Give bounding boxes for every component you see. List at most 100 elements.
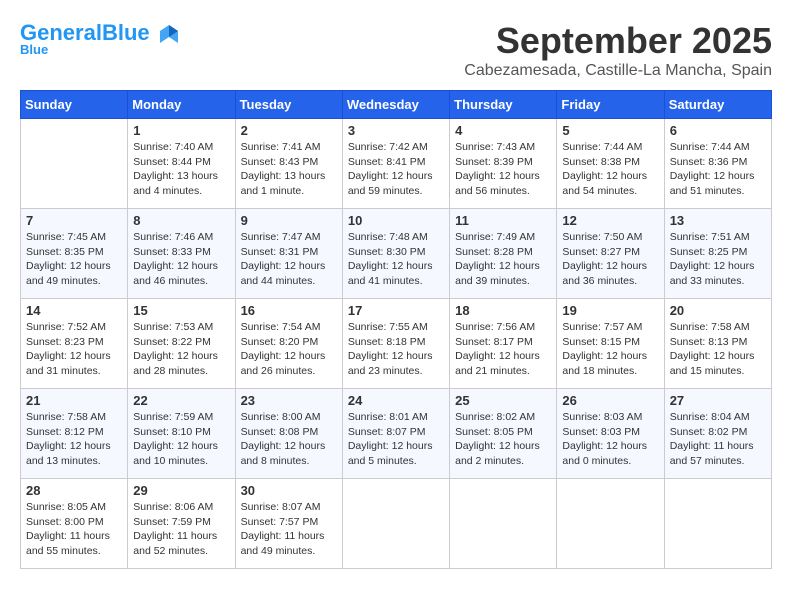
day-number: 11: [455, 213, 551, 228]
day-info: Daylight: 12 hours: [241, 439, 337, 454]
day-info: and 23 minutes.: [348, 364, 444, 379]
day-info: Sunset: 8:10 PM: [133, 425, 229, 440]
day-info: Sunrise: 7:52 AM: [26, 320, 122, 335]
day-info: and 57 minutes.: [670, 454, 766, 469]
day-info: Sunrise: 7:56 AM: [455, 320, 551, 335]
calendar-cell: 25Sunrise: 8:02 AMSunset: 8:05 PMDayligh…: [450, 389, 557, 479]
day-info: Daylight: 12 hours: [670, 169, 766, 184]
day-number: 24: [348, 393, 444, 408]
calendar-cell: [450, 479, 557, 569]
day-info: Daylight: 13 hours: [133, 169, 229, 184]
day-info: Sunrise: 8:02 AM: [455, 410, 551, 425]
day-info: and 44 minutes.: [241, 274, 337, 289]
day-info: and 59 minutes.: [348, 184, 444, 199]
day-info: and 55 minutes.: [26, 544, 122, 559]
day-info: and 8 minutes.: [241, 454, 337, 469]
day-info: Daylight: 12 hours: [348, 169, 444, 184]
logo-blue: Blue: [102, 20, 150, 45]
day-number: 22: [133, 393, 229, 408]
day-number: 16: [241, 303, 337, 318]
weekday-header-saturday: Saturday: [664, 91, 771, 119]
day-info: Sunset: 8:25 PM: [670, 245, 766, 260]
day-info: Sunset: 8:03 PM: [562, 425, 658, 440]
day-number: 29: [133, 483, 229, 498]
day-info: Sunrise: 7:45 AM: [26, 230, 122, 245]
calendar-table: SundayMondayTuesdayWednesdayThursdayFrid…: [20, 90, 772, 569]
day-number: 2: [241, 123, 337, 138]
calendar-cell: 30Sunrise: 8:07 AMSunset: 7:57 PMDayligh…: [235, 479, 342, 569]
calendar-cell: 9Sunrise: 7:47 AMSunset: 8:31 PMDaylight…: [235, 209, 342, 299]
day-info: Sunset: 8:18 PM: [348, 335, 444, 350]
title-block: September 2025 Cabezamesada, Castille-La…: [464, 20, 772, 80]
weekday-header-monday: Monday: [128, 91, 235, 119]
day-info: Sunrise: 8:03 AM: [562, 410, 658, 425]
day-info: Sunrise: 7:55 AM: [348, 320, 444, 335]
day-info: Sunset: 8:28 PM: [455, 245, 551, 260]
day-info: and 49 minutes.: [241, 544, 337, 559]
day-info: Daylight: 12 hours: [348, 259, 444, 274]
day-info: and 54 minutes.: [562, 184, 658, 199]
day-info: Sunset: 8:20 PM: [241, 335, 337, 350]
calendar-cell: [557, 479, 664, 569]
day-info: Sunset: 8:05 PM: [455, 425, 551, 440]
day-info: and 31 minutes.: [26, 364, 122, 379]
day-info: and 39 minutes.: [455, 274, 551, 289]
day-info: and 18 minutes.: [562, 364, 658, 379]
day-number: 5: [562, 123, 658, 138]
day-info: Sunset: 8:41 PM: [348, 155, 444, 170]
day-info: Sunset: 8:31 PM: [241, 245, 337, 260]
day-info: and 33 minutes.: [670, 274, 766, 289]
day-info: Daylight: 11 hours: [133, 529, 229, 544]
location: Cabezamesada, Castille-La Mancha, Spain: [464, 62, 772, 80]
day-info: Sunset: 8:38 PM: [562, 155, 658, 170]
day-info: Sunset: 8:02 PM: [670, 425, 766, 440]
calendar-cell: [664, 479, 771, 569]
day-number: 18: [455, 303, 551, 318]
day-info: Daylight: 12 hours: [133, 439, 229, 454]
day-info: Sunset: 7:59 PM: [133, 515, 229, 530]
day-info: and 0 minutes.: [562, 454, 658, 469]
day-number: 6: [670, 123, 766, 138]
day-info: and 4 minutes.: [133, 184, 229, 199]
calendar-cell: 15Sunrise: 7:53 AMSunset: 8:22 PMDayligh…: [128, 299, 235, 389]
week-row-4: 21Sunrise: 7:58 AMSunset: 8:12 PMDayligh…: [21, 389, 772, 479]
day-info: Daylight: 12 hours: [348, 439, 444, 454]
calendar-cell: 5Sunrise: 7:44 AMSunset: 8:38 PMDaylight…: [557, 119, 664, 209]
day-info: Sunset: 8:30 PM: [348, 245, 444, 260]
day-number: 12: [562, 213, 658, 228]
weekday-header-friday: Friday: [557, 91, 664, 119]
day-info: Sunrise: 8:01 AM: [348, 410, 444, 425]
logo: GeneralBlue Blue: [20, 20, 180, 57]
day-info: Daylight: 12 hours: [455, 169, 551, 184]
calendar-cell: [342, 479, 449, 569]
calendar-cell: 11Sunrise: 7:49 AMSunset: 8:28 PMDayligh…: [450, 209, 557, 299]
day-info: and 1 minute.: [241, 184, 337, 199]
day-info: Daylight: 12 hours: [455, 349, 551, 364]
day-info: Sunrise: 7:44 AM: [562, 140, 658, 155]
day-number: 20: [670, 303, 766, 318]
calendar-cell: 1Sunrise: 7:40 AMSunset: 8:44 PMDaylight…: [128, 119, 235, 209]
calendar-cell: 18Sunrise: 7:56 AMSunset: 8:17 PMDayligh…: [450, 299, 557, 389]
day-info: Sunrise: 7:47 AM: [241, 230, 337, 245]
day-info: Sunrise: 7:58 AM: [670, 320, 766, 335]
day-info: Daylight: 12 hours: [670, 259, 766, 274]
day-number: 28: [26, 483, 122, 498]
day-info: Daylight: 11 hours: [241, 529, 337, 544]
weekday-header-row: SundayMondayTuesdayWednesdayThursdayFrid…: [21, 91, 772, 119]
weekday-header-thursday: Thursday: [450, 91, 557, 119]
day-number: 4: [455, 123, 551, 138]
day-info: Sunrise: 7:44 AM: [670, 140, 766, 155]
day-info: Sunrise: 7:48 AM: [348, 230, 444, 245]
calendar-cell: 24Sunrise: 8:01 AMSunset: 8:07 PMDayligh…: [342, 389, 449, 479]
day-info: and 51 minutes.: [670, 184, 766, 199]
day-info: and 10 minutes.: [133, 454, 229, 469]
day-info: Sunrise: 7:41 AM: [241, 140, 337, 155]
calendar-cell: 19Sunrise: 7:57 AMSunset: 8:15 PMDayligh…: [557, 299, 664, 389]
day-number: 10: [348, 213, 444, 228]
day-info: and 52 minutes.: [133, 544, 229, 559]
day-info: Sunset: 8:22 PM: [133, 335, 229, 350]
calendar-cell: [21, 119, 128, 209]
calendar-cell: 2Sunrise: 7:41 AMSunset: 8:43 PMDaylight…: [235, 119, 342, 209]
day-info: and 56 minutes.: [455, 184, 551, 199]
calendar-cell: 4Sunrise: 7:43 AMSunset: 8:39 PMDaylight…: [450, 119, 557, 209]
